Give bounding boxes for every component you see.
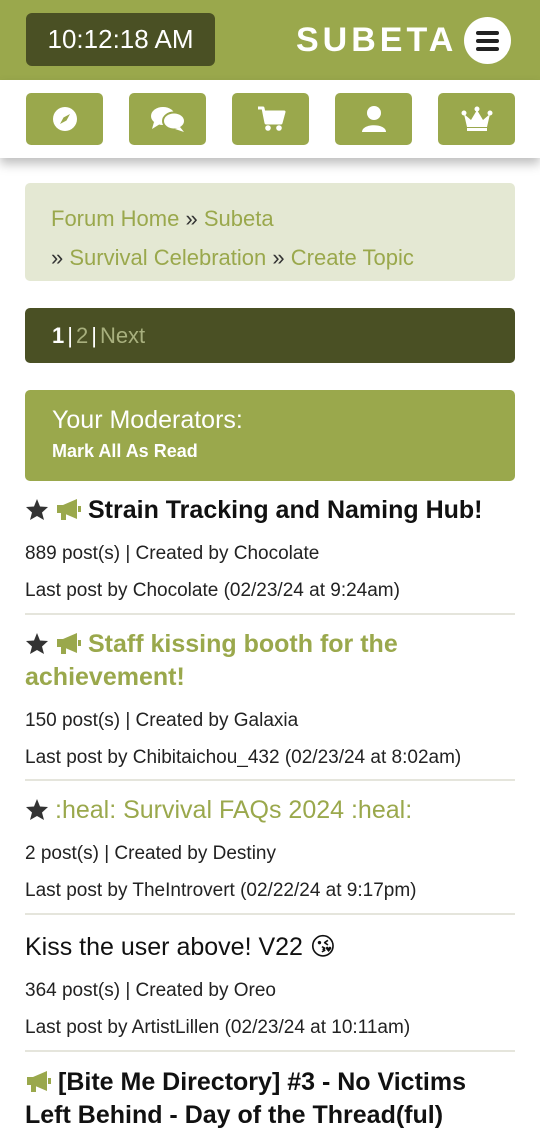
breadcrumb-subeta[interactable]: Subeta (204, 206, 274, 231)
shop-button[interactable] (232, 93, 309, 145)
crown-icon (461, 106, 492, 131)
breadcrumb-survival-celebration[interactable]: Survival Celebration (69, 245, 266, 270)
topic-row: :heal: Survival FAQs 2024 :heal: 2 post(… (25, 794, 515, 915)
megaphone-icon (57, 633, 81, 654)
premium-button[interactable] (438, 93, 515, 145)
user-icon (361, 106, 386, 132)
topic-post-count: 889 post(s) | Created by Chocolate (25, 543, 320, 564)
profile-button[interactable] (335, 93, 412, 145)
explore-button[interactable] (26, 93, 103, 145)
mark-all-read-link[interactable]: Mark All As Read (52, 436, 488, 466)
topic-post-count: 150 post(s) | Created by Galaxia (25, 710, 299, 731)
site-logo[interactable]: SUBETA (296, 18, 457, 62)
megaphone-icon (27, 1071, 51, 1092)
menu-button[interactable] (464, 17, 511, 64)
clock: 10:12:18 AM (26, 13, 215, 66)
moderators-title: Your Moderators: (52, 406, 243, 434)
nav-bar (0, 80, 540, 158)
forums-button[interactable] (129, 93, 206, 145)
topic-last-post: Last post by TheIntrovert (02/22/24 at 9… (25, 880, 417, 901)
topic-post-count: 364 post(s) | Created by Oreo (25, 980, 276, 1001)
star-icon[interactable] (25, 498, 49, 521)
chat-icon (150, 107, 186, 132)
top-bar: 10:12:18 AM SUBETA (0, 0, 540, 80)
compass-icon (52, 107, 77, 131)
topic-last-post: Last post by ArtistLillen (02/23/24 at 1… (25, 1017, 411, 1038)
page-2-link[interactable]: 2 (76, 323, 88, 348)
topic-title[interactable]: Staff kissing booth for the achievement! (25, 628, 515, 694)
pagination: 1 | 2 | Next (25, 308, 515, 363)
star-icon[interactable] (25, 632, 49, 655)
page-current: 1 (52, 323, 65, 348)
topic-title[interactable]: Strain Tracking and Naming Hub! (25, 494, 515, 527)
topic-title[interactable]: Kiss the user above! V22 😘 (25, 931, 515, 964)
breadcrumb-forum-home[interactable]: Forum Home (51, 206, 179, 231)
topic-last-post: Last post by Chibitaichou_432 (02/23/24 … (25, 747, 462, 768)
topic-last-post: Last post by Chocolate (02/23/24 at 9:24… (25, 580, 400, 601)
topic-title[interactable]: [Bite Me Directory] #3 - No Victims Left… (25, 1066, 515, 1132)
star-icon[interactable] (25, 798, 49, 821)
topic-row: Strain Tracking and Naming Hub! 889 post… (25, 494, 515, 615)
topic-title[interactable]: :heal: Survival FAQs 2024 :heal: (25, 794, 515, 827)
moderators-panel: Your Moderators: Mark All As Read (25, 390, 515, 481)
breadcrumb: Forum Home » Subeta » Survival Celebrati… (25, 183, 515, 281)
breadcrumb-create-topic[interactable]: Create Topic (291, 245, 414, 270)
megaphone-icon (57, 499, 81, 520)
topic-post-count: 2 post(s) | Created by Destiny (25, 843, 276, 864)
topic-row: Staff kissing booth for the achievement!… (25, 628, 515, 781)
topic-row: Kiss the user above! V22 😘 364 post(s) |… (25, 931, 515, 1052)
hamburger-icon (476, 31, 499, 35)
topic-row: [Bite Me Directory] #3 - No Victims Left… (25, 1066, 515, 1140)
cart-icon (257, 106, 285, 131)
next-page-link[interactable]: Next (100, 323, 145, 348)
